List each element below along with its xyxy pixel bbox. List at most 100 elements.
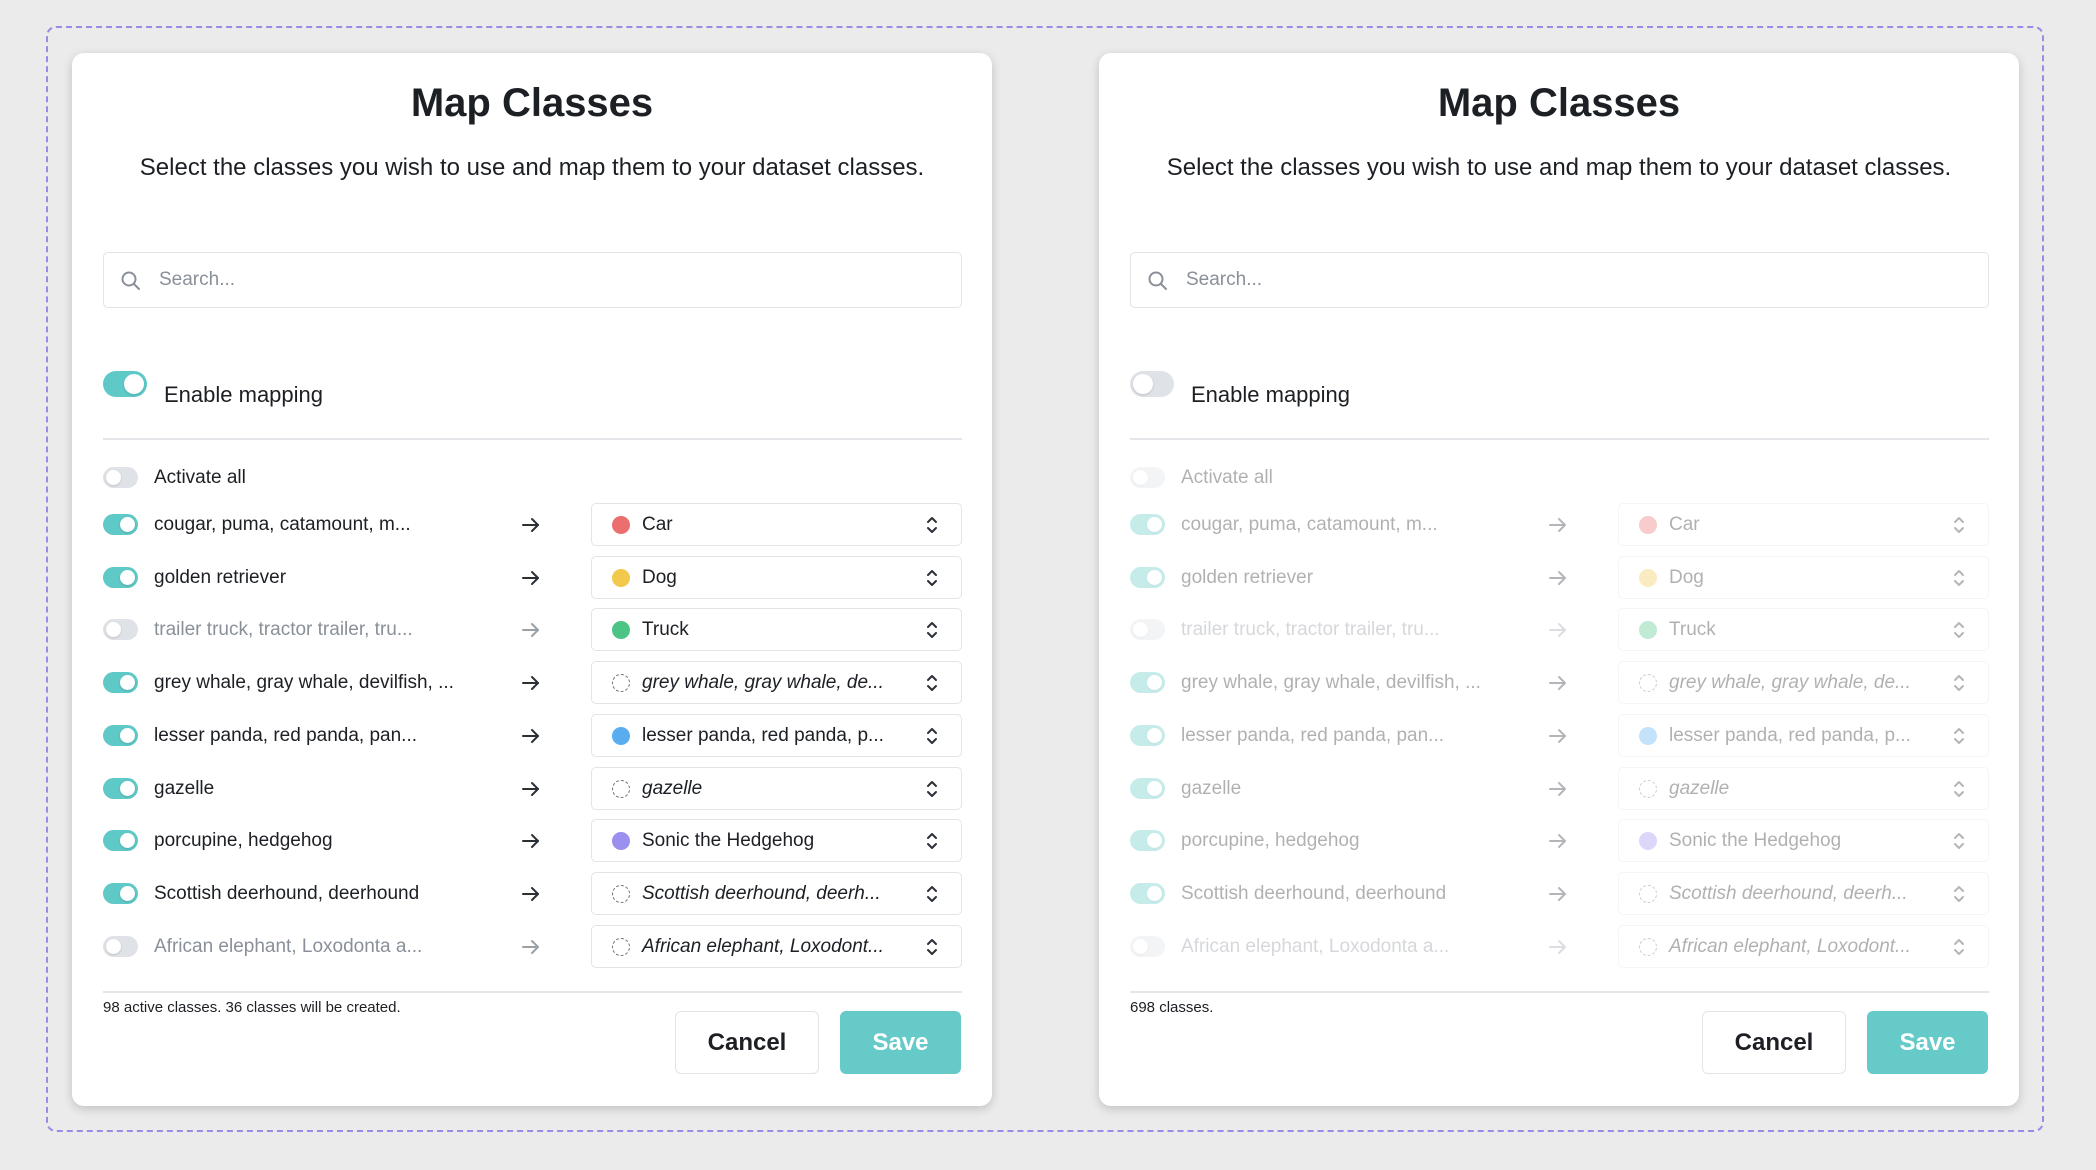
enable-mapping-toggle[interactable] — [103, 371, 147, 397]
arrow-right-icon — [522, 570, 539, 585]
new-class-dot — [612, 779, 630, 798]
source-class-label: porcupine, hedgehog — [1181, 830, 1360, 852]
new-class-dot — [1639, 884, 1657, 903]
dialog-subtitle: Select the classes you wish to use and m… — [139, 154, 925, 181]
class-mapping-row: lesser panda, red panda, pan... lesser pa… — [1099, 713, 2019, 758]
toggle-knob — [1147, 833, 1162, 849]
chevron-updown-icon — [1954, 885, 1964, 902]
target-class-select[interactable]: grey whale, gray whale, de... — [1618, 661, 1989, 705]
activate-all-toggle[interactable] — [1130, 467, 1165, 488]
class-active-toggle[interactable] — [103, 830, 138, 852]
class-active-toggle[interactable] — [103, 619, 138, 641]
class-active-toggle[interactable] — [103, 935, 138, 957]
arrow-right-icon — [522, 886, 539, 901]
target-class-select[interactable]: African elephant, Loxodont... — [1618, 924, 1989, 968]
target-class-label: Car — [1669, 514, 1700, 535]
new-class-dot — [612, 674, 630, 693]
target-class-select[interactable]: Scottish deerhound, deerh... — [591, 871, 962, 915]
source-class-label: Scottish deerhound, deerhound — [154, 882, 420, 904]
arrow-right-icon — [1549, 676, 1566, 691]
class-active-toggle[interactable] — [1130, 882, 1165, 904]
new-class-dot — [1639, 674, 1657, 693]
arrow-right-icon — [522, 939, 539, 954]
target-class-select[interactable]: gazelle — [591, 766, 962, 810]
target-class-select[interactable]: grey whale, gray whale, de... — [591, 661, 962, 705]
source-class-label: grey whale, gray whale, devilfish, ... — [1181, 672, 1481, 694]
class-mapping-row: cougar, puma, catamount, m... Car — [1099, 503, 2019, 547]
toggle-knob — [1133, 938, 1148, 954]
search-input[interactable] — [159, 265, 939, 295]
target-class-select[interactable]: lesser panda, red panda, p... — [1618, 713, 1989, 757]
search-input[interactable] — [1186, 265, 1966, 295]
source-class-label: lesser panda, red panda, pan... — [1181, 724, 1445, 746]
class-active-toggle[interactable] — [1130, 830, 1165, 852]
arrow-right-icon — [522, 518, 539, 532]
enable-mapping-label: Enable mapping — [1191, 382, 1351, 407]
chevron-updown-icon — [927, 622, 937, 639]
target-class-select[interactable]: Truck — [591, 608, 962, 652]
target-class-select[interactable]: Scottish deerhound, deerh... — [1618, 871, 1989, 915]
target-class-select[interactable]: Dog — [1618, 555, 1989, 599]
search-box[interactable] — [103, 252, 962, 308]
chevron-updown-icon — [927, 569, 937, 586]
target-class-select[interactable]: Sonic the Hedgehog — [1618, 819, 1989, 863]
cancel-button[interactable]: Cancel — [1702, 1011, 1846, 1074]
class-color-dot — [1639, 621, 1657, 640]
target-class-label: African elephant, Loxodont... — [1669, 935, 1911, 957]
toggle-knob — [106, 938, 121, 954]
target-class-label: grey whale, gray whale, de... — [642, 672, 884, 694]
arrow-right-icon — [1549, 623, 1566, 638]
class-active-toggle[interactable] — [103, 566, 138, 588]
class-active-toggle[interactable] — [103, 514, 138, 535]
chevron-updown-icon — [1954, 622, 1964, 639]
class-active-toggle[interactable] — [1130, 514, 1165, 535]
target-class-select[interactable]: Car — [591, 503, 962, 546]
class-color-dot — [612, 726, 630, 745]
target-class-select[interactable]: lesser panda, red panda, p... — [591, 713, 962, 757]
activate-all-toggle[interactable] — [103, 467, 138, 488]
class-mapping-row: trailer truck, tractor trailer, tru... Tr… — [72, 608, 992, 652]
search-box[interactable] — [1130, 252, 1989, 308]
class-mapping-row: porcupine, hedgehog Sonic the Hedgehog — [72, 819, 992, 863]
class-active-toggle[interactable] — [1130, 619, 1165, 641]
target-class-select[interactable]: Truck — [1618, 608, 1989, 652]
divider — [1130, 438, 1989, 440]
arrow-right-icon — [1549, 939, 1566, 954]
class-active-toggle[interactable] — [1130, 672, 1165, 694]
class-color-dot — [612, 621, 630, 640]
class-active-toggle[interactable] — [103, 777, 138, 799]
target-class-label: grey whale, gray whale, de... — [1669, 672, 1911, 694]
toggle-knob — [120, 517, 135, 532]
source-class-label: African elephant, Loxodonta a... — [1181, 935, 1450, 957]
save-button[interactable]: Save — [1867, 1011, 1988, 1074]
class-active-toggle[interactable] — [103, 882, 138, 904]
enable-mapping-label: Enable mapping — [164, 382, 324, 407]
class-active-toggle[interactable] — [1130, 724, 1165, 746]
target-class-select[interactable]: African elephant, Loxodont... — [591, 924, 962, 968]
class-active-toggle[interactable] — [103, 724, 138, 746]
arrow-right-icon — [522, 728, 539, 743]
class-active-toggle[interactable] — [103, 672, 138, 694]
chevron-updown-icon — [1954, 675, 1964, 692]
map-classes-dialog-disabled: Map Classes Select the classes you wish … — [1099, 53, 2019, 1106]
cancel-button[interactable]: Cancel — [675, 1011, 819, 1074]
class-mapping-row: gazelle gazelle — [72, 766, 992, 811]
class-mapping-row: gazelle gazelle — [1099, 766, 2019, 811]
toggle-knob — [120, 675, 135, 691]
class-active-toggle[interactable] — [1130, 935, 1165, 957]
enable-mapping-toggle[interactable] — [1130, 371, 1174, 397]
target-class-select[interactable]: Dog — [591, 555, 962, 599]
save-button[interactable]: Save — [840, 1011, 961, 1074]
source-class-label: gazelle — [154, 777, 215, 799]
target-class-label: gazelle — [1669, 777, 1730, 799]
target-class-select[interactable]: Car — [1618, 503, 1989, 546]
chevron-updown-icon — [1954, 727, 1964, 744]
class-active-toggle[interactable] — [1130, 777, 1165, 799]
toggle-knob — [1147, 569, 1162, 585]
target-class-select[interactable]: Sonic the Hedgehog — [591, 819, 962, 863]
chevron-updown-icon — [927, 780, 937, 797]
class-mapping-row: African elephant, Loxodonta a... African … — [72, 924, 992, 969]
target-class-select[interactable]: gazelle — [1618, 766, 1989, 810]
class-active-toggle[interactable] — [1130, 566, 1165, 588]
target-class-label: Car — [642, 514, 673, 535]
